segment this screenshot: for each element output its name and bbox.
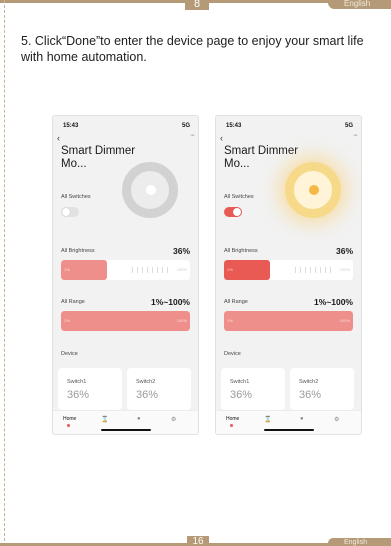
- step-instruction: 5. Click“Done”to enter the device page t…: [21, 34, 364, 64]
- range-label: All Range: [61, 299, 85, 305]
- more-icon[interactable]: ···: [190, 132, 195, 139]
- all-switches-toggle[interactable]: [224, 207, 242, 217]
- header-language: English: [328, 0, 391, 9]
- header-page-number: 8: [185, 0, 209, 10]
- lamp-indicator[interactable]: [122, 162, 178, 218]
- range-value: 1%~100%: [151, 297, 190, 307]
- phone-screen-before: 15:43 5G ‹ ··· Smart Dimmer Mo... All Sw…: [52, 115, 199, 435]
- home-indicator: [264, 429, 314, 431]
- range-value: 1%~100%: [314, 297, 353, 307]
- device-card-switch2[interactable]: Switch2 36%: [127, 368, 191, 410]
- brightness-slider[interactable]: 1% 100%: [224, 260, 353, 280]
- back-icon[interactable]: ‹: [57, 133, 60, 143]
- range-slider[interactable]: 1% 100%: [224, 311, 353, 331]
- brightness-slider[interactable]: 1% 100%: [61, 260, 190, 280]
- range-fill: [224, 311, 353, 331]
- status-time: 15:43: [63, 123, 79, 129]
- range-fill: [61, 311, 190, 331]
- status-bar: 15:43 5G: [63, 123, 190, 129]
- bulb-icon: [309, 185, 319, 195]
- device-value: 36%: [136, 389, 159, 401]
- home-indicator: [101, 429, 151, 431]
- device-section-label: Device: [224, 351, 241, 357]
- slider-min: 1%: [227, 318, 233, 323]
- device-value: 36%: [230, 389, 253, 401]
- tab-bar: Home ⌛ ● ⚙: [216, 410, 361, 434]
- device-value: 36%: [67, 389, 90, 401]
- footer-language: English: [328, 538, 391, 546]
- hourglass-icon[interactable]: ⌛: [101, 416, 108, 423]
- page-header: 8 English: [0, 0, 391, 10]
- scene-icon[interactable]: ●: [137, 416, 141, 422]
- tab-home[interactable]: Home: [226, 416, 239, 427]
- back-icon[interactable]: ‹: [220, 133, 223, 143]
- brightness-label: All Brightness: [61, 248, 95, 254]
- tab-bar: Home ⌛ ● ⚙: [53, 410, 198, 434]
- scene-icon[interactable]: ●: [300, 416, 304, 422]
- device-value: 36%: [299, 389, 322, 401]
- status-signal: 5G: [181, 123, 190, 129]
- slider-max: 100%: [339, 318, 350, 323]
- slider-max: 100%: [176, 267, 187, 272]
- brightness-value: 36%: [335, 246, 353, 256]
- device-card-switch2[interactable]: Switch2 36%: [290, 368, 354, 410]
- gear-icon[interactable]: ⚙: [334, 416, 339, 423]
- slider-ticks: [294, 267, 334, 273]
- brightness-label: All Brightness: [224, 248, 258, 254]
- footer-page-number: 16: [187, 536, 209, 546]
- device-card-switch1[interactable]: Switch1 36%: [221, 368, 285, 410]
- hourglass-icon[interactable]: ⌛: [264, 416, 271, 423]
- device-name: Switch2: [136, 379, 156, 385]
- bulb-icon: [146, 185, 156, 195]
- device-name: Switch1: [230, 379, 250, 385]
- phone-screen-after: 15:43 5G ‹ ··· Smart Dimmer Mo... All Sw…: [215, 115, 362, 435]
- all-switches-toggle[interactable]: [61, 207, 79, 217]
- slider-ticks: [131, 267, 171, 273]
- status-signal: 5G: [344, 123, 353, 129]
- more-icon[interactable]: ···: [353, 132, 358, 139]
- brightness-value: 36%: [172, 246, 190, 256]
- margin-guide: [4, 0, 5, 546]
- page-footer: 16 English: [0, 536, 391, 546]
- range-slider[interactable]: 1% 100%: [61, 311, 190, 331]
- slider-min: 1%: [64, 318, 70, 323]
- slider-max: 100%: [176, 318, 187, 323]
- device-name: Switch1: [67, 379, 87, 385]
- device-card-switch1[interactable]: Switch1 36%: [58, 368, 122, 410]
- slider-max: 100%: [339, 267, 350, 272]
- gear-icon[interactable]: ⚙: [171, 416, 176, 423]
- status-bar: 15:43 5G: [226, 123, 353, 129]
- all-switches-label: All Switches: [224, 194, 254, 200]
- lamp-indicator[interactable]: [285, 162, 341, 218]
- device-section-label: Device: [61, 351, 78, 357]
- toggle-knob: [233, 208, 241, 216]
- status-time: 15:43: [226, 123, 242, 129]
- toggle-knob: [62, 208, 70, 216]
- range-label: All Range: [224, 299, 248, 305]
- all-switches-label: All Switches: [61, 194, 91, 200]
- slider-min: 1%: [227, 267, 233, 272]
- slider-min: 1%: [64, 267, 70, 272]
- tab-home[interactable]: Home: [63, 416, 76, 427]
- device-name: Switch2: [299, 379, 319, 385]
